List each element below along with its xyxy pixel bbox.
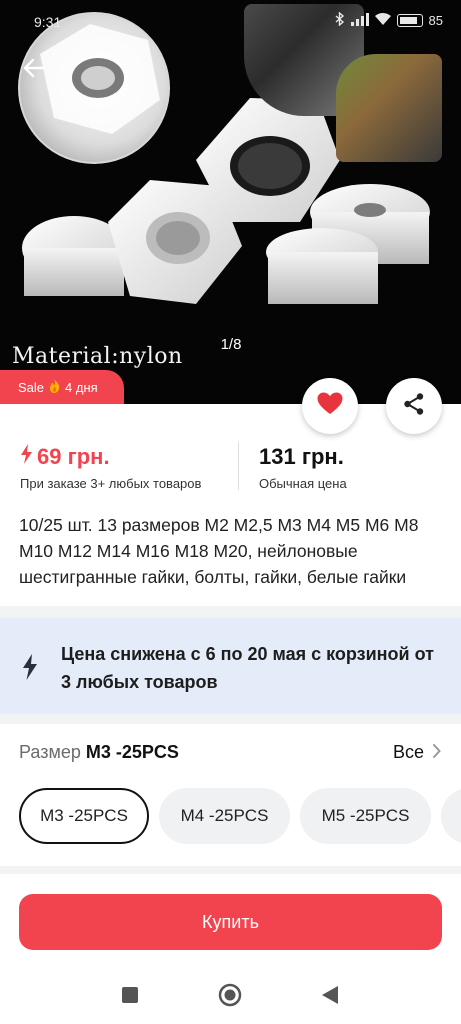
sale-price-block: 69 грн. При заказе 3+ любых товаров	[20, 444, 201, 491]
share-button[interactable]	[386, 378, 442, 434]
promo-banner[interactable]: Цена снижена с 6 по 20 мая с корзиной от…	[0, 618, 461, 714]
size-option-label: M3 -25PCS	[40, 806, 128, 825]
share-icon	[402, 392, 426, 421]
size-selector-header: Размер M3 -25PCS Все	[19, 742, 441, 770]
size-options: M3 -25PCS M4 -25PCS M5 -25PCS	[0, 788, 461, 848]
home-circle-icon	[218, 983, 242, 1012]
size-option-m3[interactable]: M3 -25PCS	[19, 788, 149, 844]
heart-icon	[317, 392, 343, 420]
product-image-gallery[interactable]: 9:31 85 Material:nylon 1/8	[0, 0, 461, 404]
regular-price-block: 131 грн. Обычная цена	[259, 444, 347, 491]
sale-price-value: 69 грн.	[37, 444, 110, 469]
sale-badge: Sale 4 дня	[0, 370, 124, 404]
wifi-icon	[374, 12, 391, 29]
sale-duration: 4 дня	[65, 379, 98, 395]
section-divider	[0, 606, 461, 618]
triangle-back-icon	[321, 985, 339, 1010]
section-divider	[0, 866, 461, 874]
favorite-button[interactable]	[302, 378, 358, 434]
image-caption: Material:nylon	[12, 344, 183, 369]
size-all-label: Все	[392, 742, 424, 762]
sale-badge-label: Sale	[18, 379, 45, 395]
size-option-label: M4 -25PCS	[180, 806, 269, 825]
section-divider	[0, 714, 461, 724]
back-button[interactable]	[16, 52, 52, 88]
product-title: 10/25 шт. 13 размеров M2 M2,5 M3 M4 M5 M…	[19, 515, 419, 587]
lightning-icon	[22, 654, 38, 685]
size-option-m4[interactable]: M4 -25PCS	[159, 788, 290, 844]
size-label: Размер	[19, 742, 81, 762]
battery-icon	[396, 14, 423, 27]
status-time: 9:31	[34, 14, 62, 30]
promo-text: Цена снижена с 6 по 20 мая с корзиной от…	[61, 644, 434, 692]
regular-price-note: Обычная цена	[259, 476, 347, 491]
recent-apps-button[interactable]	[117, 984, 143, 1010]
size-selected-value: M3 -25PCS	[85, 742, 179, 762]
bluetooth-icon	[335, 11, 345, 29]
square-icon	[121, 986, 139, 1009]
price-divider	[238, 442, 239, 490]
chevron-right-icon	[432, 742, 441, 763]
sale-price: 69 грн.	[20, 444, 201, 470]
gallery-counter: 1/8	[220, 336, 242, 353]
buy-button[interactable]: Купить	[19, 894, 442, 950]
status-icons: 85	[335, 11, 443, 29]
size-all-link[interactable]: Все	[393, 742, 441, 763]
circuit-board-photo-inset	[336, 54, 442, 162]
signal-icon	[350, 12, 369, 29]
status-bar: 9:31 85	[0, 0, 461, 44]
size-option-next[interactable]	[441, 788, 461, 844]
size-option-m5[interactable]: M5 -25PCS	[300, 788, 431, 844]
regular-price: 131 грн.	[259, 444, 344, 469]
home-button[interactable]	[217, 983, 243, 1012]
sale-price-note: При заказе 3+ любых товаров	[20, 476, 202, 491]
arrow-left-icon	[23, 58, 45, 83]
lightning-icon	[20, 444, 33, 470]
size-option-label: M5 -25PCS	[321, 806, 410, 825]
fire-icon	[49, 378, 60, 396]
battery-percent: 85	[428, 13, 443, 28]
back-nav-button[interactable]	[317, 984, 343, 1010]
system-navigation-bar	[0, 970, 461, 1024]
